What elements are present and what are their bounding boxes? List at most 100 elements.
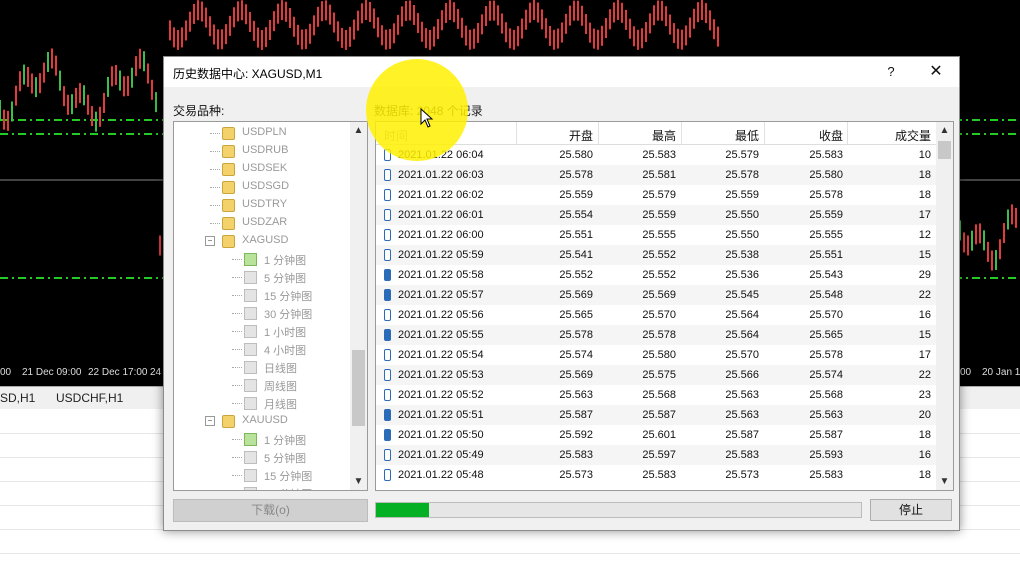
tree-timeframe-item[interactable]: 4 小时图 (174, 340, 350, 358)
bear-bar-icon (384, 269, 391, 281)
cell-time: 2021.01.22 05:57 (398, 289, 484, 301)
tree-timeframe-item[interactable]: 5 分钟图 (174, 268, 350, 286)
mouse-pointer-icon (420, 108, 434, 128)
tree-item-label: 4 小时图 (264, 345, 307, 357)
table-row[interactable]: 2021.01.22 06:02 25.559 25.579 25.559 25.578… (376, 185, 936, 205)
tree-timeframe-item[interactable]: 30 分钟图 (174, 304, 350, 322)
table-row[interactable]: 2021.01.22 05:57 25.569 25.569 25.545 25.548… (376, 285, 936, 305)
scroll-down-icon[interactable]: ▼ (936, 473, 953, 490)
cell-close: 25.568 (809, 389, 843, 401)
symbol-folder-icon (222, 181, 235, 194)
chart-tab[interactable]: SD,H1 (0, 391, 35, 405)
tree-timeframe-item[interactable]: 周线图 (174, 376, 350, 394)
tree-symbol-item[interactable]: USDSEK (174, 160, 350, 178)
symbols-tree[interactable]: USDPLN USDRUB USDSEK USDSGD USDTRY USDZAR − XAG… (173, 121, 368, 491)
cell-low: 25.566 (725, 369, 759, 381)
tree-item-label: 30 分钟图 (264, 309, 313, 321)
table-row[interactable]: 2021.01.22 06:01 25.554 25.559 25.550 25.559… (376, 205, 936, 225)
table-row[interactable]: 2021.01.22 05:50 25.592 25.601 25.587 25.587… (376, 425, 936, 445)
cell-open: 25.565 (559, 309, 593, 321)
column-header[interactable]: 收盘 (819, 127, 843, 144)
column-separator (764, 122, 765, 144)
table-row[interactable]: 2021.01.22 05:54 25.574 25.580 25.570 25.578… (376, 345, 936, 365)
cell-time: 2021.01.22 05:49 (398, 449, 484, 461)
table-row[interactable]: 2021.01.22 05:58 25.552 25.552 25.536 25.543… (376, 265, 936, 285)
tree-connector (232, 475, 242, 476)
cell-close: 25.574 (809, 369, 843, 381)
tree-timeframe-item[interactable]: 1 分钟图 (174, 250, 350, 268)
dialog-titlebar[interactable]: 历史数据中心: XAGUSD,M1 ? ✕ (164, 57, 959, 87)
bear-bar-icon (384, 329, 391, 341)
timeframe-icon (244, 343, 257, 356)
tree-timeframe-item[interactable]: 月线图 (174, 394, 350, 412)
tree-scrollbar[interactable]: ▲ ▼ (350, 122, 367, 490)
table-row[interactable]: 2021.01.22 06:00 25.551 25.555 25.550 25.555… (376, 225, 936, 245)
table-row[interactable]: 2021.01.22 06:03 25.578 25.581 25.578 25.580… (376, 165, 936, 185)
history-data-grid[interactable]: 时间 开盘 最高 最低 收盘 成交量 2021.01.22 06:04 25.580 25.5… (375, 121, 954, 491)
download-button[interactable]: 下载(o) (173, 499, 368, 522)
table-row[interactable]: 2021.01.22 05:52 25.563 25.568 25.563 25.568… (376, 385, 936, 405)
tree-symbol-item[interactable]: USDPLN (174, 124, 350, 142)
cell-volume: 23 (918, 389, 931, 401)
cell-time: 2021.01.22 05:59 (398, 249, 484, 261)
grid-scroll-thumb[interactable] (938, 141, 951, 159)
tree-symbol-item[interactable]: USDTRY (174, 196, 350, 214)
column-header[interactable]: 最高 (652, 127, 676, 144)
tree-timeframe-item[interactable]: 30 分钟图 (174, 484, 350, 490)
column-header[interactable]: 最低 (735, 127, 759, 144)
dialog-title: 历史数据中心: XAGUSD,M1 (173, 67, 323, 81)
collapse-toggle-icon[interactable]: − (205, 236, 215, 246)
cell-open: 25.569 (559, 369, 593, 381)
bull-bar-icon (384, 149, 391, 161)
cell-time: 2021.01.22 05:51 (398, 409, 484, 421)
table-row[interactable]: 2021.01.22 05:53 25.569 25.575 25.566 25.574… (376, 365, 936, 385)
cell-low: 25.545 (725, 289, 759, 301)
chart-tab[interactable]: USDCHF,H1 (56, 391, 123, 405)
tree-connector (232, 331, 242, 332)
time-axis-label: 00 (0, 367, 12, 378)
cell-time: 2021.01.22 06:01 (398, 209, 484, 221)
tree-timeframe-item[interactable]: 5 分钟图 (174, 448, 350, 466)
table-row[interactable]: 2021.01.22 06:04 25.580 25.583 25.579 25.583… (376, 145, 936, 165)
column-header[interactable]: 开盘 (569, 127, 593, 144)
tree-scroll-thumb[interactable] (352, 350, 365, 426)
stop-button[interactable]: 停止 (870, 499, 952, 521)
cell-high: 25.583 (642, 469, 676, 481)
tree-timeframe-item[interactable]: 1 小时图 (174, 322, 350, 340)
cell-open: 25.559 (559, 189, 593, 201)
symbol-folder-icon (222, 415, 235, 428)
table-row[interactable]: 2021.01.22 05:55 25.578 25.578 25.564 25.565… (376, 325, 936, 345)
tree-group-xagusd[interactable]: − XAGUSD (174, 232, 350, 250)
table-row[interactable]: 2021.01.22 05:59 25.541 25.552 25.538 25.551… (376, 245, 936, 265)
tree-item-label: 15 分钟图 (264, 291, 313, 303)
column-separator (516, 122, 517, 144)
tree-timeframe-item[interactable]: 15 分钟图 (174, 286, 350, 304)
table-row[interactable]: 2021.01.22 05:49 25.583 25.597 25.583 25.593… (376, 445, 936, 465)
cell-high: 25.587 (642, 409, 676, 421)
scroll-up-icon[interactable]: ▲ (350, 122, 367, 139)
table-row[interactable]: 2021.01.22 05:56 25.565 25.570 25.564 25.570… (376, 305, 936, 325)
scroll-up-icon[interactable]: ▲ (936, 122, 953, 139)
help-button[interactable]: ? (880, 62, 902, 82)
grid-scrollbar[interactable]: ▲ ▼ (936, 122, 953, 490)
cell-high: 25.581 (642, 169, 676, 181)
tree-symbol-item[interactable]: USDSGD (174, 178, 350, 196)
tree-timeframe-item[interactable]: 1 分钟图 (174, 430, 350, 448)
tree-timeframe-item[interactable]: 日线图 (174, 358, 350, 376)
close-button[interactable]: ✕ (924, 61, 948, 83)
cell-open: 25.578 (559, 169, 593, 181)
scroll-down-icon[interactable]: ▼ (350, 473, 367, 490)
tree-group-xauusd[interactable]: − XAUUSD (174, 412, 350, 430)
collapse-toggle-icon[interactable]: − (205, 416, 215, 426)
tree-symbol-item[interactable]: USDRUB (174, 142, 350, 160)
cell-close: 25.578 (809, 189, 843, 201)
column-header[interactable]: 时间 (384, 127, 408, 144)
tree-timeframe-item[interactable]: 15 分钟图 (174, 466, 350, 484)
table-row[interactable]: 2021.01.22 05:48 25.573 25.583 25.573 25.583… (376, 465, 936, 485)
cell-high: 25.569 (642, 289, 676, 301)
column-header[interactable]: 成交量 (895, 127, 931, 144)
table-row[interactable]: 2021.01.22 05:51 25.587 25.587 25.563 25.563… (376, 405, 936, 425)
cell-open: 25.573 (559, 469, 593, 481)
cell-high: 25.575 (642, 369, 676, 381)
tree-symbol-item[interactable]: USDZAR (174, 214, 350, 232)
